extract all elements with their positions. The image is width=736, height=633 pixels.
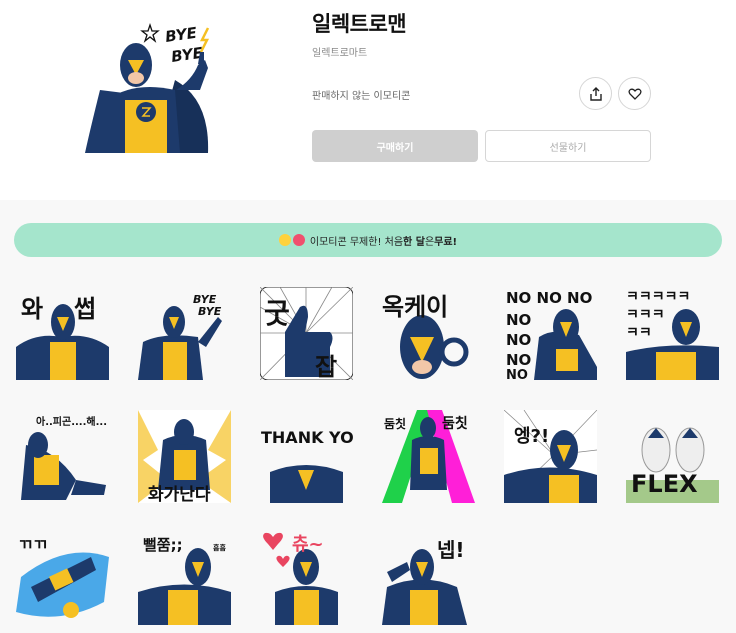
buy-button[interactable]: 구매하기 [312,130,478,162]
svg-text:굿: 굿 [264,297,290,330]
svg-text:아..피곤....해...: 아..피곤....해... [36,415,107,428]
svg-text:NO: NO [506,351,531,369]
promo-text-bold2: 무료! [434,236,458,248]
sale-status: 판매하지 않는 이모티콘 [312,91,411,102]
svg-text:화가난다: 화가난다 [148,485,211,503]
share-button[interactable] [579,77,612,110]
like-button[interactable] [618,77,651,110]
svg-text:ㅋㅋ: ㅋㅋ [626,325,652,341]
sticker-item[interactable]: ㅋㅋㅋㅋㅋ ㅋㅋㅋ ㅋㅋ [626,287,719,380]
svg-text:와: 와 [21,295,43,323]
sticker-item[interactable]: 옥케이 [382,287,475,380]
sticker-item[interactable]: THANK YOU [260,410,353,503]
sticker-item[interactable]: 아..피곤....해... [16,410,109,503]
svg-text:옥케이: 옥케이 [382,293,448,321]
promo-text-prefix: 이모티콘 무제한! 처음 [309,236,404,248]
plus-badge-icon [292,234,305,246]
svg-text:FLEX: FLEX [631,470,698,498]
svg-text:뻘쭘;;: 뻘쭘;; [143,536,183,554]
svg-text:둠칫: 둠칫 [384,416,406,431]
svg-text:NO: NO [506,311,531,329]
svg-text:흠흠: 흠흠 [213,543,226,552]
sticker-item[interactable]: ㄲㄲ [16,532,109,625]
sticker-item[interactable]: BYE BYE [138,287,231,380]
sticker-item[interactable]: 와 썹 [16,287,109,380]
svg-text:THANK YOU: THANK YOU [261,428,353,447]
svg-text:넵!: 넵! [437,538,465,562]
sticker-item[interactable]: 뻘쭘;; 흠흠 [138,532,231,625]
svg-text:츄~: 츄~ [292,534,324,555]
heart-icon [627,88,642,100]
svg-text:썹: 썹 [74,295,96,323]
product-title: 일렉트로맨 [312,12,407,36]
svg-text:잡: 잡 [315,353,337,380]
gift-button[interactable]: 선물하기 [485,130,651,162]
svg-text:NO NO NO: NO NO NO [506,289,592,307]
smile-emoji-icon [278,234,291,246]
hero-sticker-image: BYE BYE [80,20,220,155]
author-link[interactable]: 일렉트로마트 [312,44,367,59]
sticker-item[interactable]: 굿 잡 [260,287,353,380]
svg-text:ㅋㅋㅋㅋㅋ: ㅋㅋㅋㅋㅋ [626,289,690,305]
promo-text-bold1: 한 달 [403,236,425,248]
share-icon [589,86,602,101]
svg-text:둠칫: 둠칫 [442,416,468,432]
promo-banner[interactable]: 이모티콘 무제한! 처음 한 달은 무료! [14,223,722,257]
svg-text:BYE: BYE [198,305,222,318]
sticker-item[interactable]: 츄~ [260,532,353,625]
sticker-item[interactable]: NO NO NO NO NO NO NO [504,287,597,380]
sticker-item[interactable]: 둠칫 둠칫 [382,410,475,503]
sticker-section: 이모티콘 무제한! 처음 한 달은 무료! 와 썹 BYE BYE 굿 잡 옥케… [0,200,736,633]
svg-text:NO: NO [506,368,528,380]
svg-text:엥?!: 엥?! [514,426,549,447]
svg-text:ㄲㄲ: ㄲㄲ [18,535,47,554]
svg-text:ㅋㅋㅋ: ㅋㅋㅋ [626,307,665,323]
sticker-item[interactable]: 화가난다 [138,410,231,503]
sticker-item[interactable]: 엥?! [504,410,597,503]
promo-text-mid: 은 [424,236,435,248]
svg-text:NO: NO [506,331,531,349]
svg-text:BYE: BYE [164,24,199,46]
sticker-item[interactable]: 넵! [382,532,475,625]
product-header: BYE BYE 일렉트로맨 일렉트로마트 판매하지 않는 이모티콘 구매하기 선… [0,0,736,200]
sticker-item[interactable]: FLEX [626,410,719,503]
